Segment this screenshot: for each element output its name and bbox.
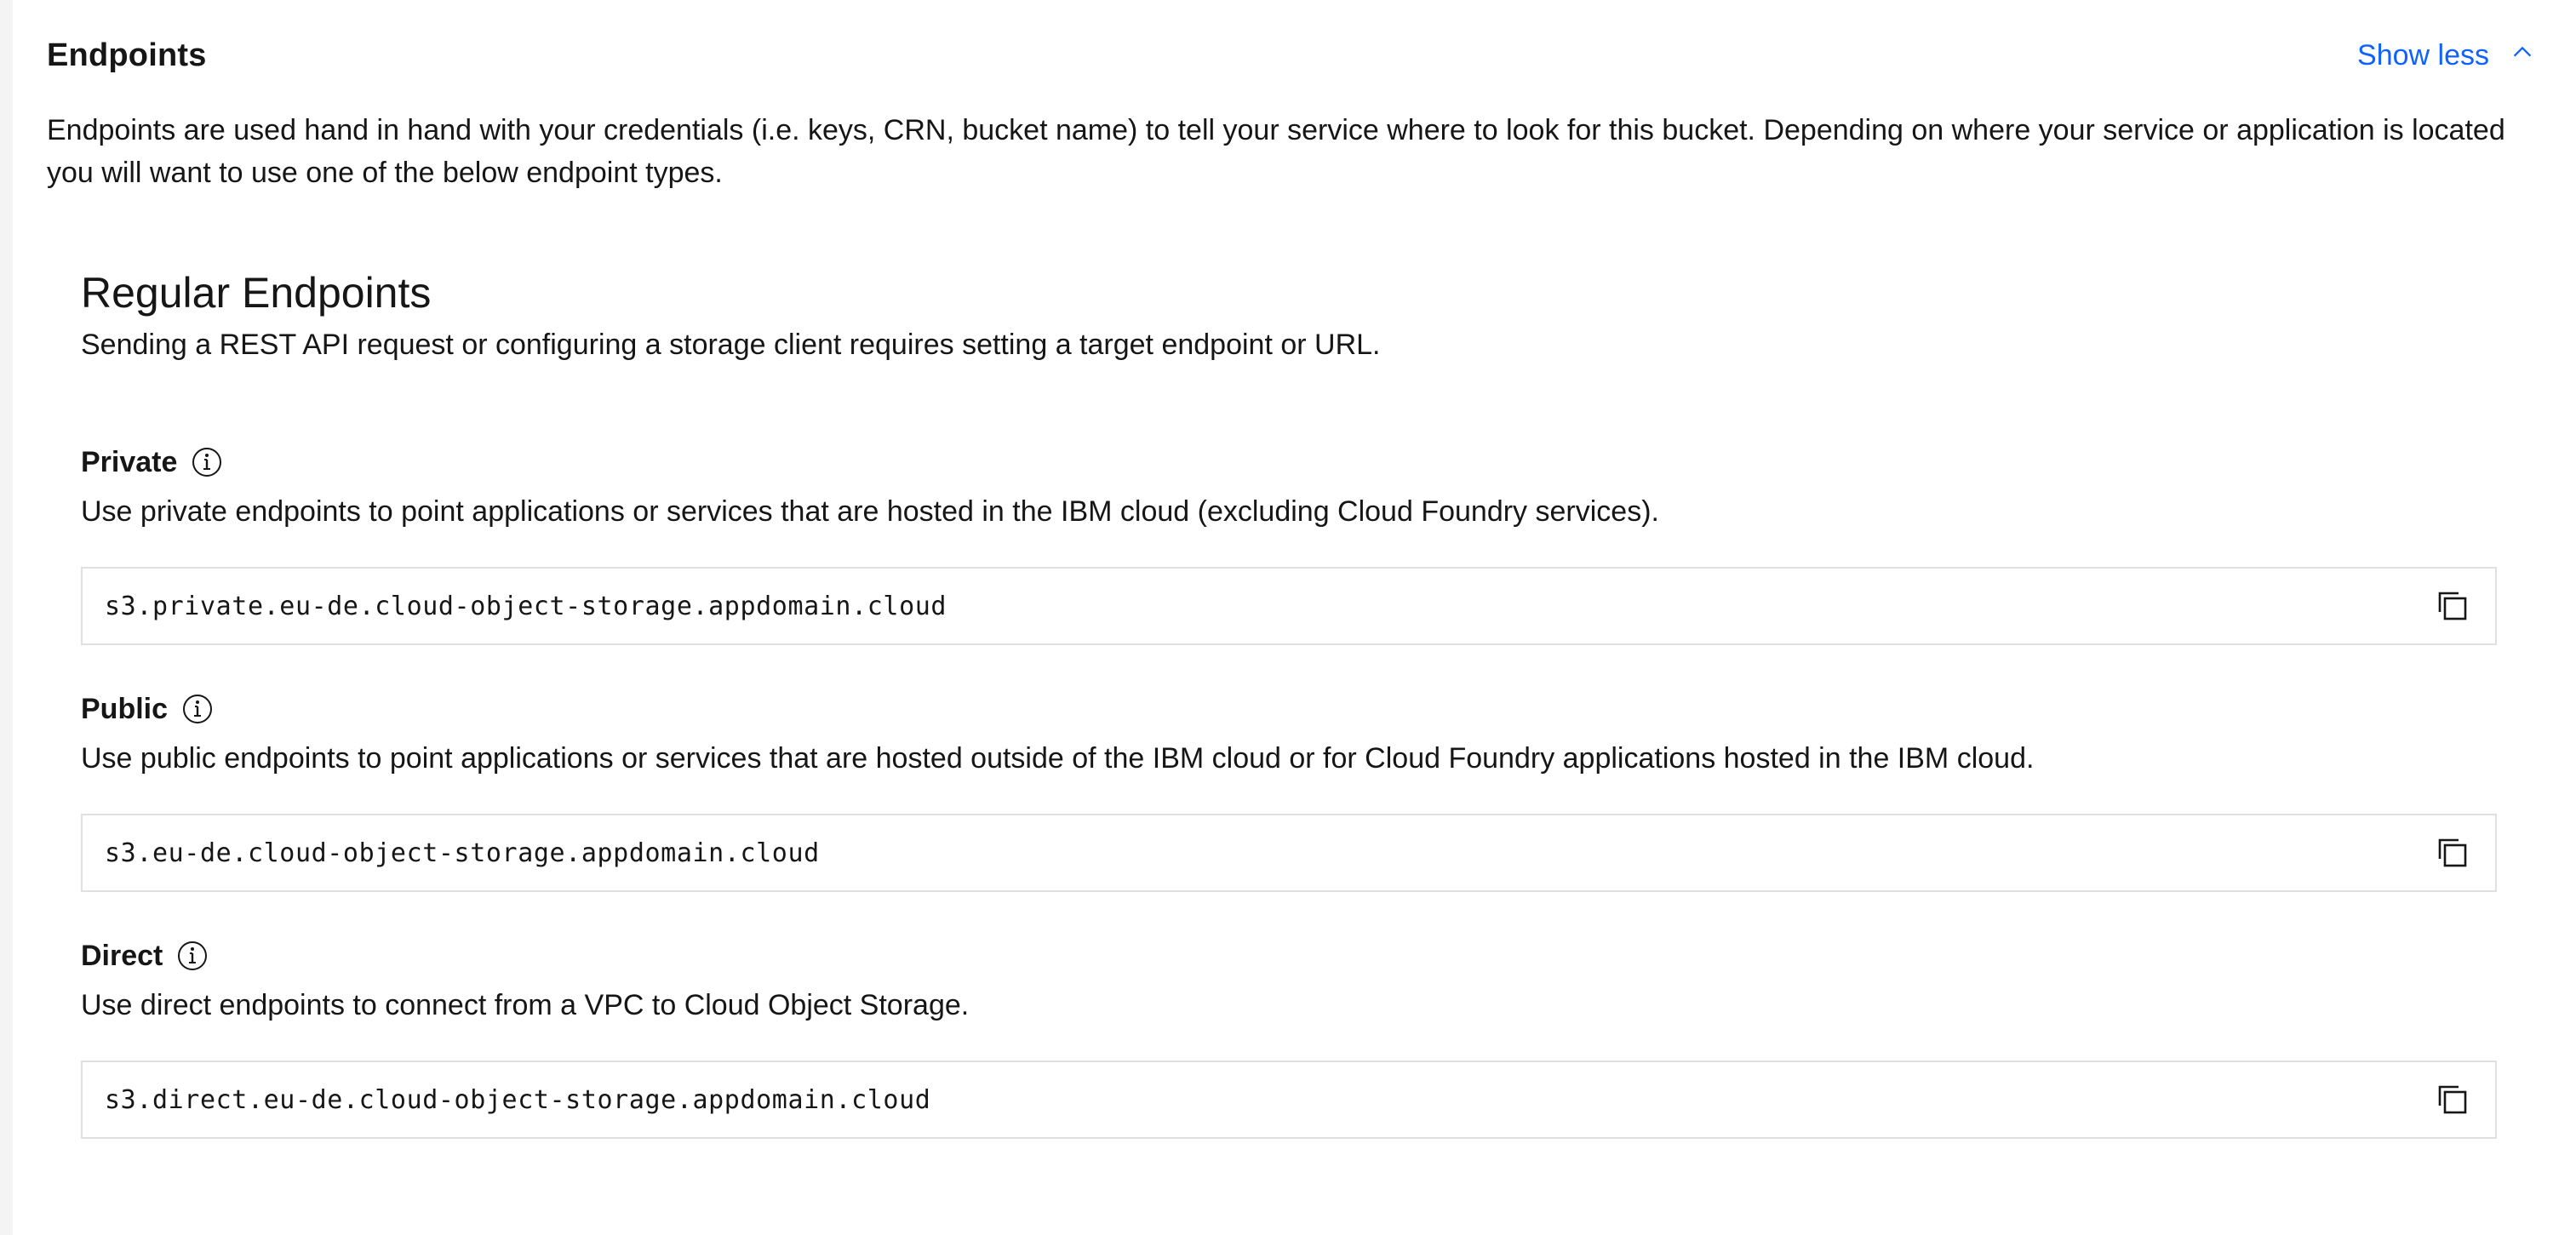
endpoint-description: Use direct endpoints to connect from a V… — [81, 989, 970, 1021]
endpoint-url-field[interactable]: s3.private.eu-de.cloud-object-storage.ap… — [81, 567, 2497, 645]
endpoint-url[interactable]: s3.eu-de.cloud-object-storage.appdomain.… — [105, 838, 820, 868]
endpoint-url-field[interactable]: s3.eu-de.cloud-object-storage.appdomain.… — [81, 814, 2497, 892]
endpoint-private: Private Use private endpoints to point a… — [81, 441, 2497, 645]
section-title: Endpoints — [47, 37, 207, 73]
info-icon[interactable] — [181, 693, 214, 725]
endpoint-description: Use public endpoints to point applicatio… — [81, 742, 2035, 775]
section-description: Endpoints are used hand in hand with you… — [47, 114, 2505, 189]
regular-endpoints-title: Regular Endpoints — [81, 269, 432, 317]
info-icon[interactable] — [176, 940, 209, 972]
regular-endpoints-description: Sending a REST API request or configurin… — [81, 329, 1381, 361]
endpoint-direct: Direct Use direct endpoints to connect f… — [81, 935, 2497, 1139]
endpoint-url-field[interactable]: s3.direct.eu-de.cloud-object-storage.app… — [81, 1061, 2497, 1139]
copy-icon[interactable] — [2432, 1079, 2473, 1120]
endpoint-label-row: Direct — [81, 935, 2497, 977]
info-icon[interactable] — [191, 446, 223, 478]
section-header: Endpoints Show less — [13, 0, 2576, 111]
endpoint-label: Public — [81, 692, 169, 725]
endpoint-label-row: Private — [81, 441, 2497, 483]
endpoint-label: Direct — [81, 939, 163, 972]
chevron-up-icon — [2510, 39, 2535, 72]
endpoint-description: Use private endpoints to point applicati… — [81, 495, 1659, 528]
endpoint-label: Private — [81, 445, 178, 478]
endpoint-label-row: Public — [81, 688, 2497, 730]
copy-icon[interactable] — [2432, 832, 2473, 873]
show-less-button[interactable]: Show less — [2357, 34, 2535, 77]
endpoint-public: Public Use public endpoints to point app… — [81, 688, 2497, 892]
copy-icon[interactable] — [2432, 586, 2473, 626]
endpoint-url[interactable]: s3.private.eu-de.cloud-object-storage.ap… — [105, 592, 947, 621]
endpoints-panel: Endpoints Show less Endpoints are used h… — [13, 0, 2576, 1235]
endpoint-url[interactable]: s3.direct.eu-de.cloud-object-storage.app… — [105, 1085, 930, 1115]
show-less-label: Show less — [2357, 38, 2489, 71]
